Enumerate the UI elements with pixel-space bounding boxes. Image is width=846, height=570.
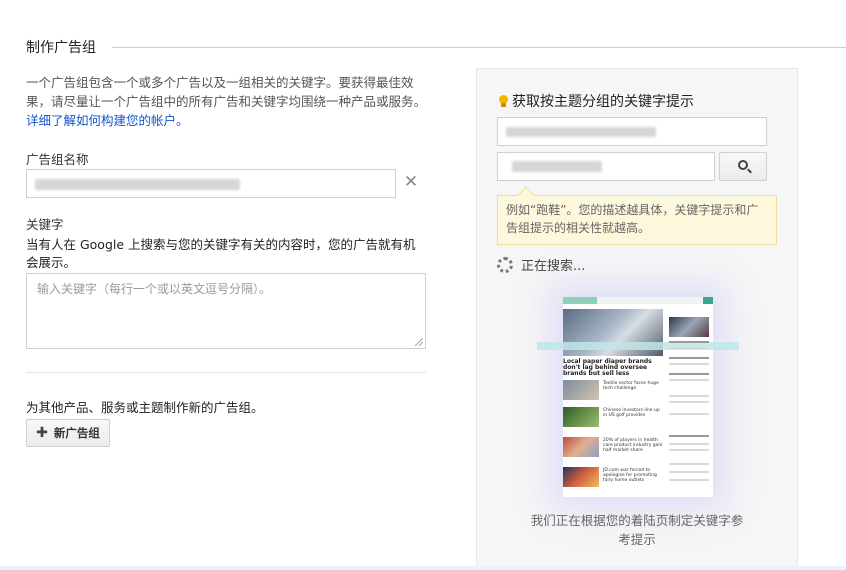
preview-row-text: 20% of players in health care product in… — [603, 438, 663, 453]
description: 一个广告组包含一个或多个广告以及一组相关的关键字。要获得最佳效果，请尽量让一个广… — [26, 73, 426, 130]
description-text: 一个广告组包含一个或多个广告以及一组相关的关键字。要获得最佳效果，请尽量让一个广… — [26, 75, 427, 109]
preview-row: Chinese investors line up in US golf pro… — [563, 407, 663, 429]
preview-text-line — [669, 401, 709, 403]
panel-title: 获取按主题分组的关键字提示 — [499, 91, 694, 111]
preview-text-line — [669, 379, 709, 381]
preview-row-text: Textile sector faces huge tech challenge — [603, 381, 659, 391]
resize-handle-icon[interactable] — [415, 338, 423, 346]
new-ad-group-label: 新广告组 — [53, 426, 100, 440]
preview-row-text: JD.com war forced to apologize for promo… — [603, 468, 657, 483]
ad-group-name-label: 广告组名称 — [26, 152, 89, 167]
learn-more-link[interactable]: 详细了解如何构建您的帐户。 — [26, 113, 189, 128]
searching-status: 正在搜索... — [497, 255, 585, 274]
tip-arrow — [517, 186, 535, 204]
blurred-value — [506, 127, 656, 137]
blurred-value — [35, 179, 240, 190]
plus-icon: ✚ — [36, 425, 48, 441]
blurred-value — [512, 161, 602, 172]
preview-text-line — [669, 463, 709, 465]
preview-thumb — [563, 407, 599, 427]
preview-text-line — [669, 471, 709, 473]
section-title: 制作广告组 — [26, 37, 106, 57]
preview-text-line — [669, 357, 709, 359]
divider — [26, 372, 426, 373]
preview-text-line — [669, 443, 709, 445]
section-divider — [112, 47, 846, 48]
preview-text-line — [669, 435, 709, 437]
panel-caption: 我们正在根据您的着陆页制定关键字参考提示 — [530, 513, 744, 547]
preview-nav-button — [703, 297, 713, 304]
bottom-bar — [0, 566, 846, 570]
search-button[interactable] — [719, 152, 767, 181]
preview-headline: Local paper diaper brands don't lag behi… — [563, 358, 652, 377]
other-group-text: 为其他产品、服务或主题制作新的广告组。 — [26, 400, 264, 415]
preview-row: Textile sector faces huge tech challenge — [563, 380, 663, 402]
preview-row: 20% of players in health care product in… — [563, 437, 663, 459]
panel-title-text: 获取按主题分组的关键字提示 — [512, 94, 694, 110]
preview-text-line — [669, 449, 709, 451]
keywords-textarea[interactable]: 输入关键字（每行一个或以英文逗号分隔）。 — [26, 273, 426, 349]
preview-text-line — [669, 479, 709, 481]
landing-page-input[interactable] — [497, 117, 767, 146]
preview-text-line — [669, 395, 709, 397]
keywords-help: 当有人在 Google 上搜索与您的关键字有关的内容时，您的广告就有机会展示。 — [26, 237, 416, 270]
lightbulb-icon — [499, 94, 508, 108]
section-header: 制作广告组 — [26, 37, 846, 57]
new-ad-group-button[interactable]: ✚ 新广告组 — [26, 419, 110, 447]
preview-thumb — [563, 467, 599, 487]
preview-thumb — [563, 437, 599, 457]
searching-text: 正在搜索... — [521, 259, 586, 274]
tip-box: 例如“跑鞋”。您的描述越具体，关键字提示和广告组提示的相关性就越高。 — [497, 186, 777, 245]
preview-text-line — [669, 363, 709, 365]
preview-text-line — [669, 373, 709, 375]
product-service-input[interactable] — [497, 152, 715, 181]
preview-row: JD.com war forced to apologize for promo… — [563, 467, 663, 489]
preview-row-text: Chinese investors line up in US golf pro… — [603, 408, 660, 418]
preview-text-line — [669, 347, 709, 349]
preview-text-line — [669, 413, 709, 415]
search-icon — [738, 160, 748, 170]
clear-icon[interactable]: ✕ — [403, 172, 419, 192]
preview-thumb — [563, 380, 599, 400]
preview-side-image — [669, 317, 709, 337]
keywords-label: 关键字 — [26, 217, 64, 232]
tip-text: 例如“跑鞋”。您的描述越具体，关键字提示和广告组提示的相关性就越高。 — [506, 203, 759, 235]
landing-page-preview: Local paper diaper brands don't lag behi… — [537, 297, 739, 497]
ad-group-name-input[interactable] — [26, 169, 396, 198]
spinner-icon — [497, 256, 513, 273]
preview-logo — [563, 297, 597, 304]
keywords-placeholder: 输入关键字（每行一个或以英文逗号分隔）。 — [37, 282, 272, 296]
keyword-ideas-panel: 获取按主题分组的关键字提示 例如“跑鞋”。您的描述越具体，关键字提示和广告组提示… — [476, 68, 798, 570]
preview-text-line — [669, 341, 709, 343]
